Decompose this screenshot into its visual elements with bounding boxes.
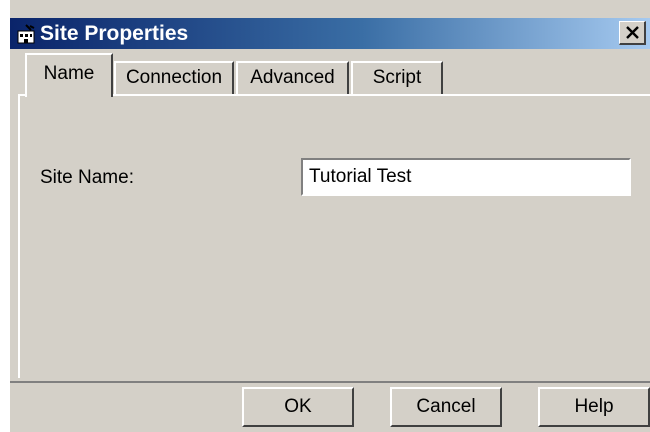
window-title: Site Properties [40, 22, 189, 45]
close-button[interactable] [619, 21, 646, 45]
close-icon [626, 26, 639, 39]
tab-advanced[interactable]: Advanced [236, 61, 349, 95]
tab-script[interactable]: Script [351, 61, 443, 95]
site-name-input[interactable] [301, 158, 631, 196]
site-properties-dialog: Site Properties Name Connection Advanced… [10, 0, 650, 432]
title-bar[interactable]: Site Properties [10, 18, 650, 49]
tab-connection[interactable]: Connection [114, 61, 234, 95]
tab-panel-name [18, 94, 650, 378]
site-icon [17, 24, 37, 44]
divider [10, 381, 650, 383]
tab-name[interactable]: Name [25, 53, 113, 97]
help-button[interactable]: Help [538, 387, 650, 427]
cancel-button[interactable]: Cancel [390, 387, 502, 427]
site-name-label: Site Name: [40, 167, 134, 188]
ok-button[interactable]: OK [242, 387, 354, 427]
